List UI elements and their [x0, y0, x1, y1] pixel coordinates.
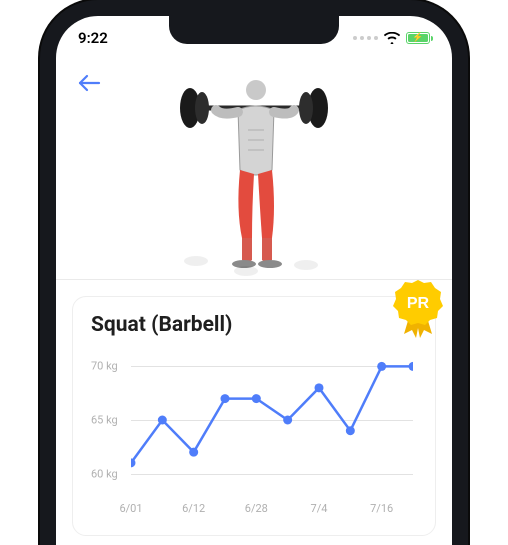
progress-card: Squat (Barbell) 60 kg 65 kg 70 kg 6/01 6/12… [72, 296, 436, 536]
series-line [131, 366, 413, 462]
data-point [315, 383, 324, 392]
data-point [283, 416, 292, 425]
arrow-left-icon [77, 73, 101, 93]
y-tick-label: 60 kg [91, 467, 118, 480]
wifi-icon [384, 32, 400, 44]
x-tick-label: 7/4 [311, 502, 328, 515]
x-tick-label: 6/28 [245, 502, 268, 515]
cell-signal-icon [353, 36, 378, 40]
x-tick-label: 6/01 [119, 502, 142, 515]
weight-chart: 60 kg 65 kg 70 kg 6/01 6/12 6/28 7/4 7/16 [91, 345, 417, 515]
clock-text: 9:22 [78, 29, 108, 47]
medal-icon: PR [390, 278, 446, 342]
pr-badge: PR [390, 278, 446, 334]
y-tick-label: 65 kg [91, 414, 118, 427]
data-point [252, 394, 261, 403]
exercise-illustration [144, 60, 364, 280]
data-point [158, 416, 167, 425]
data-point [189, 448, 198, 457]
card-title: Squat (Barbell) [91, 313, 417, 337]
data-point [221, 394, 230, 403]
status-icons: ⚡ [353, 32, 430, 44]
data-point [409, 362, 414, 371]
device-notch [169, 16, 339, 44]
phone-frame: 9:22 ⚡ [40, 0, 468, 545]
data-point [346, 426, 355, 435]
battery-charging-icon: ⚡ [406, 32, 430, 44]
pr-badge-label: PR [407, 295, 430, 312]
x-tick-label: 7/16 [370, 502, 393, 515]
x-tick-label: 6/12 [182, 502, 205, 515]
y-tick-label: 70 kg [91, 360, 118, 373]
back-button[interactable] [72, 66, 106, 100]
squat-figure-icon [144, 60, 364, 280]
data-point [377, 362, 386, 371]
exercise-header [56, 60, 452, 280]
